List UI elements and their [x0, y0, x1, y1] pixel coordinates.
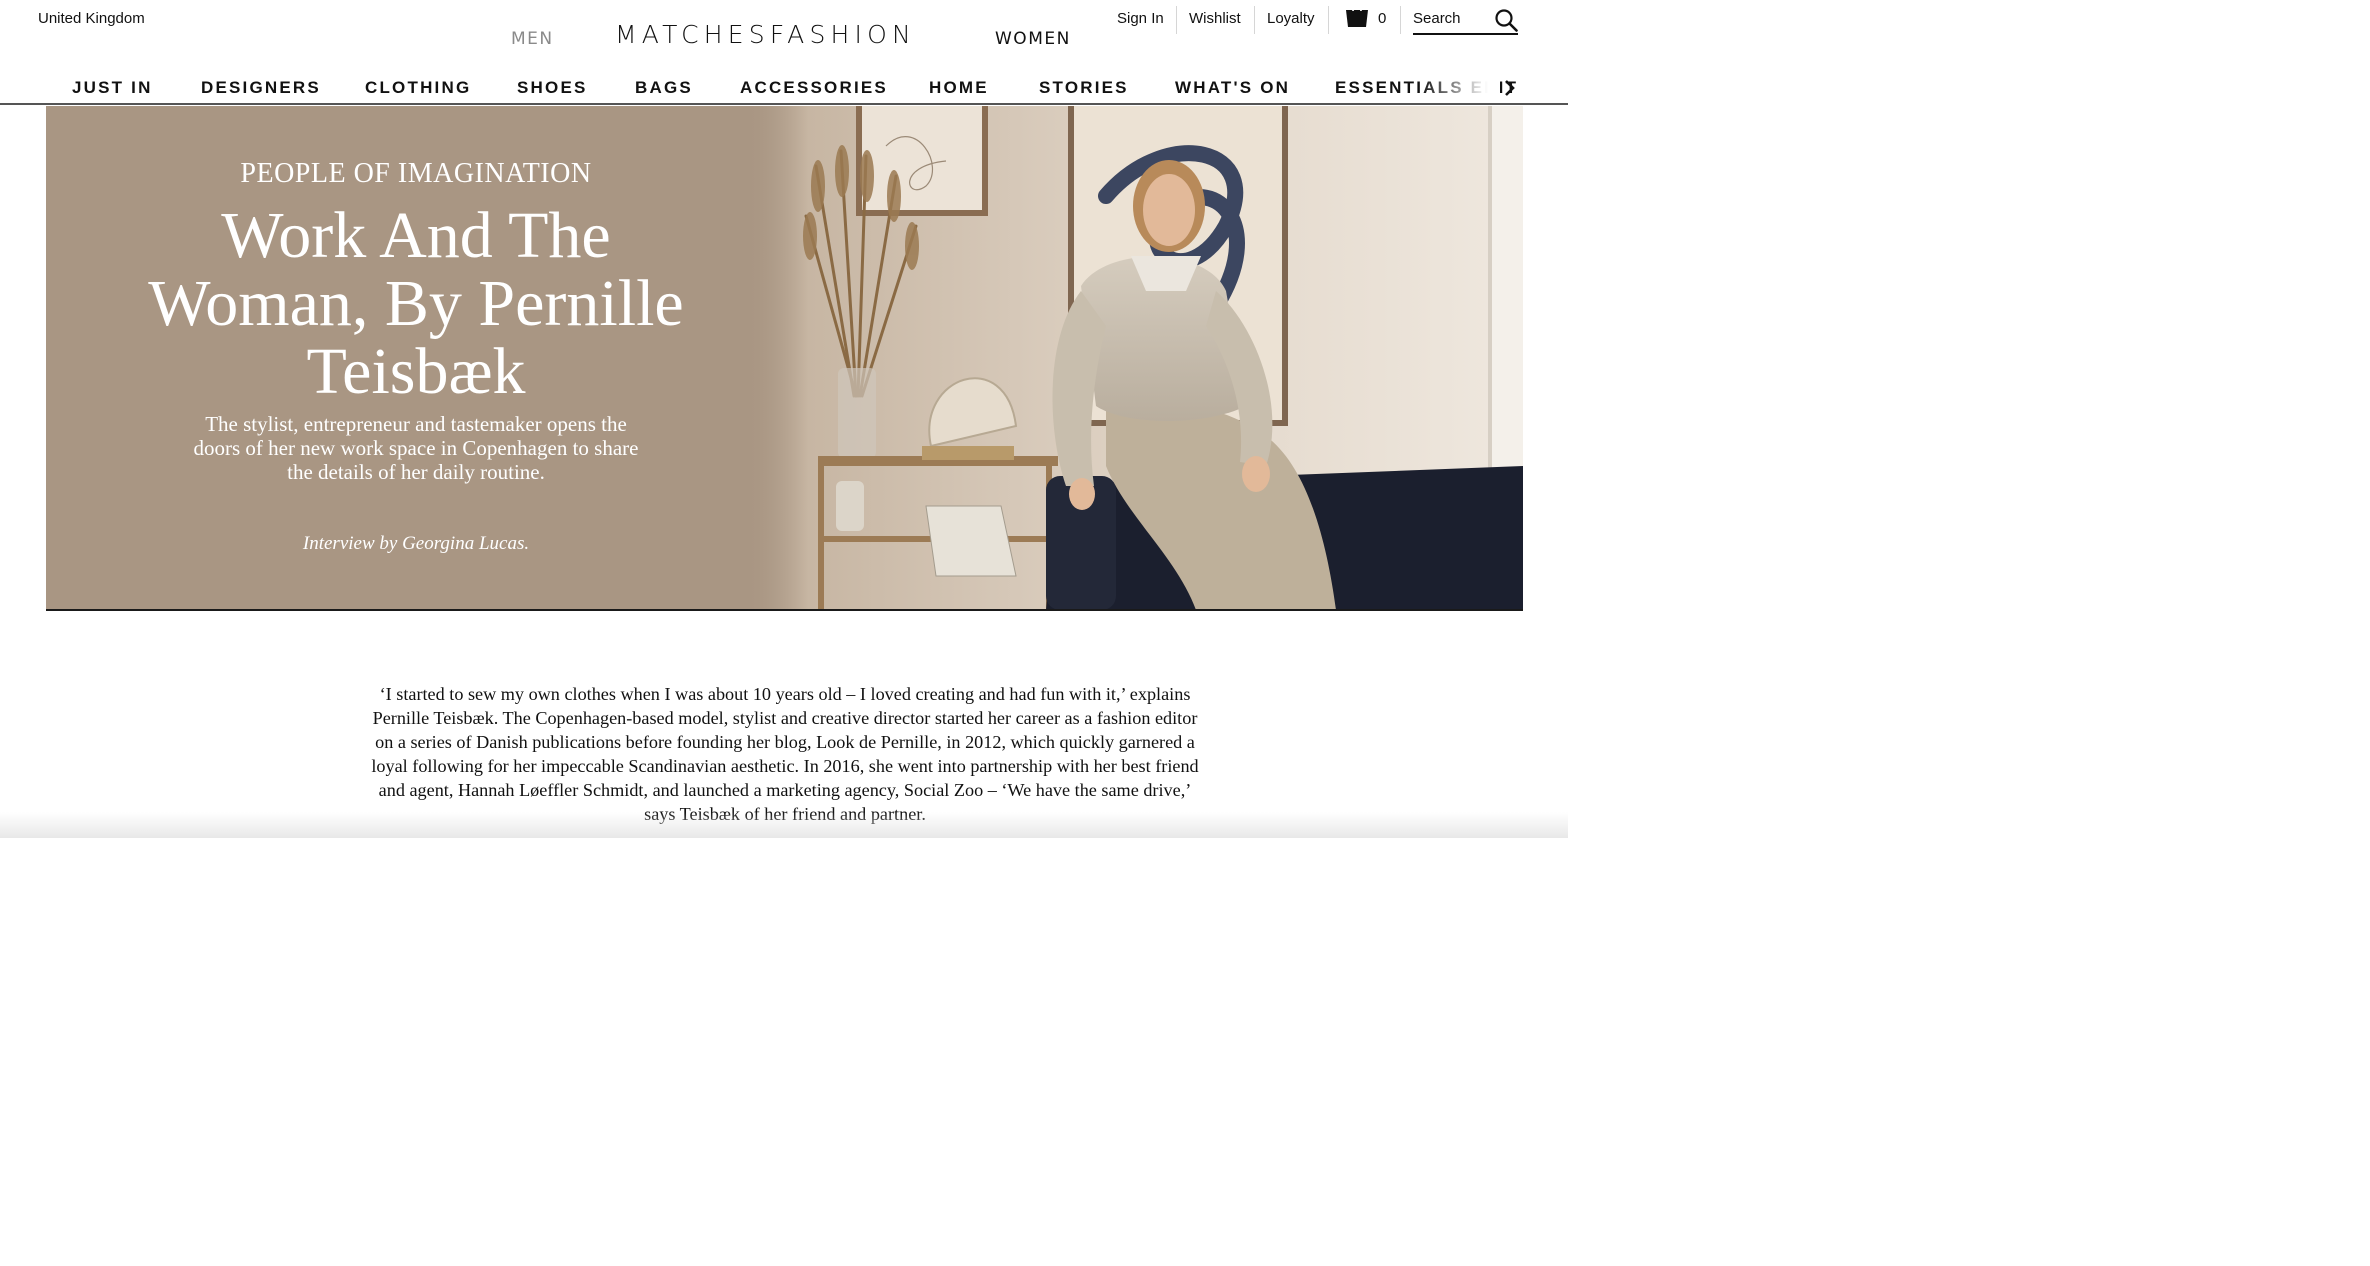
hero-byline: Interview by Georgina Lucas.: [302, 533, 530, 554]
divider: [1254, 6, 1255, 34]
hero-photo: [746, 106, 1523, 610]
article-intro-paragraph: ‘I started to sew my own clothes when I …: [371, 684, 1199, 824]
shopping-bag-icon[interactable]: [1343, 4, 1371, 28]
bag-count[interactable]: 0: [1378, 10, 1386, 27]
hero-text-panel: PEOPLE OF IMAGINATION Work And The Woman…: [46, 106, 786, 610]
hero-divider: [46, 609, 1523, 611]
men-link[interactable]: MEN: [511, 29, 554, 49]
divider: [1328, 6, 1329, 34]
nav-item-just-in[interactable]: JUST IN: [72, 78, 153, 98]
hero-eyebrow: PEOPLE OF IMAGINATION: [240, 158, 592, 189]
site-logo[interactable]: MATCHESFASHION: [615, 20, 916, 49]
nav-item-accessories[interactable]: ACCESSORIES: [740, 78, 888, 98]
nav-item-home[interactable]: HOME: [929, 78, 989, 98]
nav-item-stories[interactable]: STORIES: [1039, 78, 1129, 98]
nav-item-shoes[interactable]: SHOES: [517, 78, 588, 98]
nav-item-whats-on[interactable]: WHAT'S ON: [1175, 78, 1290, 98]
hero-banner[interactable]: PEOPLE OF IMAGINATION Work And The Woman…: [46, 106, 1523, 610]
scroll-shade: [0, 812, 1568, 838]
nav-item-bags[interactable]: BAGS: [635, 78, 693, 98]
hero-subtitle: The stylist, entrepreneur and tastemaker…: [193, 412, 639, 484]
nav-item-clothing[interactable]: CLOTHING: [365, 78, 471, 98]
divider: [1400, 6, 1401, 34]
women-link[interactable]: WOMEN: [995, 29, 1071, 49]
search-box[interactable]: [1413, 6, 1518, 35]
chevron-right-icon[interactable]: [1500, 78, 1520, 98]
wishlist-link[interactable]: Wishlist: [1189, 10, 1241, 27]
nav-item-designers[interactable]: DESIGNERS: [201, 78, 321, 98]
loyalty-link[interactable]: Loyalty: [1267, 10, 1315, 27]
nav-fade-overlay: [1420, 76, 1500, 102]
sign-in-link[interactable]: Sign In: [1117, 10, 1164, 27]
site-header: United Kingdom MEN MATCHESFASHION WOMEN …: [0, 0, 1568, 104]
header-divider: [0, 103, 1568, 105]
region-selector[interactable]: United Kingdom: [38, 10, 145, 27]
hero-title: Work And The Woman, By Pernille Teisbæk: [148, 199, 684, 408]
main-navigation: JUST IN DESIGNERS CLOTHING SHOES BAGS AC…: [0, 76, 1568, 102]
divider: [1176, 6, 1177, 34]
search-icon[interactable]: [1494, 8, 1518, 32]
search-input[interactable]: [1413, 10, 1487, 27]
